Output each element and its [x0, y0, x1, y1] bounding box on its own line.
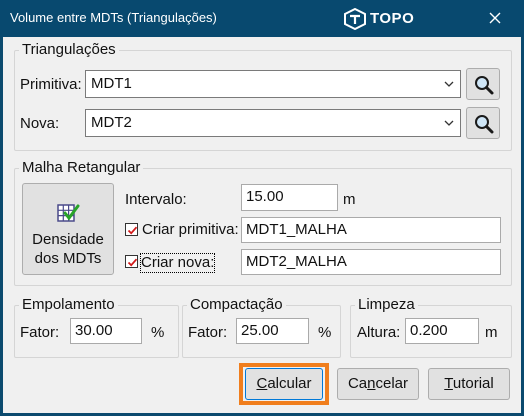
nova-select-value: MDT2 [91, 114, 132, 131]
compactacao-fator-label: Fator: [188, 324, 228, 341]
primitiva-search-button[interactable] [466, 68, 500, 100]
dialog-body: Triangulações Primitiva: MDT1 Nova: MDT2… [3, 37, 521, 413]
grid-check-icon [57, 204, 80, 222]
empolamento-fator-input[interactable]: 30.00 [70, 318, 142, 344]
compactacao-fator-value: 25.00 [241, 322, 279, 339]
empolamento-fator-label: Fator: [20, 324, 60, 341]
calcular-label: alcular [267, 375, 312, 392]
nova-label: Nova: [20, 115, 60, 132]
triangulacoes-group-label: Triangulações [19, 41, 119, 59]
criar-nova-checkbox[interactable] [125, 255, 138, 268]
limpeza-altura-input[interactable]: 0.200 [405, 318, 479, 344]
intervalo-unit: m [343, 191, 356, 208]
criar-primitiva-input[interactable]: MDT1_MALHA [241, 217, 501, 243]
calcular-button[interactable]: Calcular [245, 368, 323, 400]
tutorial-button[interactable]: Tutorial [428, 368, 510, 400]
nova-search-button[interactable] [466, 107, 500, 139]
checkmark-icon [127, 226, 138, 235]
chevron-down-icon [444, 81, 454, 87]
densidade-label-line1: Densidade [32, 231, 104, 248]
title-bar[interactable]: Volume entre MDTs (Triangulações) TOPO [0, 0, 524, 37]
criar-nova-input-value: MDT2_MALHA [246, 253, 347, 270]
intervalo-input-value: 15.00 [246, 188, 284, 205]
limpeza-altura-label: Altura: [357, 324, 401, 341]
intervalo-input[interactable]: 15.00 [241, 184, 338, 211]
chevron-down-icon [444, 120, 454, 126]
window-title: Volume entre MDTs (Triangulações) [10, 10, 217, 25]
cancelar-mnemonic: n [367, 375, 376, 392]
compactacao-group-label: Compactação [187, 296, 286, 314]
limpeza-group-label: Limpeza [355, 296, 418, 314]
primitiva-select-value: MDT1 [91, 75, 132, 92]
cancelar-label: celar [375, 375, 409, 392]
nova-select[interactable]: MDT2 [85, 109, 461, 137]
checkmark-icon [127, 258, 138, 267]
limpeza-unit: m [485, 324, 498, 341]
limpeza-altura-value: 0.200 [410, 322, 448, 339]
criar-primitiva-checkbox[interactable] [125, 223, 138, 236]
criar-primitiva-label[interactable]: Criar primitiva: [142, 221, 239, 239]
primitiva-label: Primitiva: [20, 76, 82, 93]
intervalo-label: Intervalo: [125, 191, 187, 208]
criar-nova-input[interactable]: MDT2_MALHA [241, 249, 501, 275]
topo-logo-icon [344, 8, 366, 30]
densidade-mdts-button[interactable]: Densidade dos MDTs [22, 183, 114, 275]
brand-name: TOPO [370, 10, 415, 27]
tutorial-label: utorial [452, 375, 494, 392]
tutorial-mnemonic: T [444, 375, 453, 392]
primitiva-select[interactable]: MDT1 [85, 70, 461, 98]
magnifier-icon [475, 115, 494, 134]
empolamento-fator-value: 30.00 [75, 322, 113, 339]
malha-retangular-group-label: Malha Retangular [19, 159, 144, 177]
empolamento-unit: % [151, 324, 165, 341]
calcular-mnemonic: C [256, 375, 268, 392]
densidade-mdts-label: Densidade dos MDTs [23, 230, 113, 268]
cancelar-label-pre: Ca [347, 375, 368, 392]
close-icon[interactable] [482, 6, 508, 30]
criar-nova-label[interactable]: Criar nova: [139, 253, 216, 273]
magnifier-icon [475, 76, 494, 95]
compactacao-fator-input[interactable]: 25.00 [236, 318, 309, 344]
compactacao-unit: % [318, 324, 332, 341]
densidade-label-line2: dos MDTs [34, 250, 102, 267]
cancelar-button[interactable]: Cancelar [337, 368, 419, 400]
criar-primitiva-input-value: MDT1_MALHA [246, 221, 347, 238]
empolamento-group-label: Empolamento [19, 296, 118, 314]
